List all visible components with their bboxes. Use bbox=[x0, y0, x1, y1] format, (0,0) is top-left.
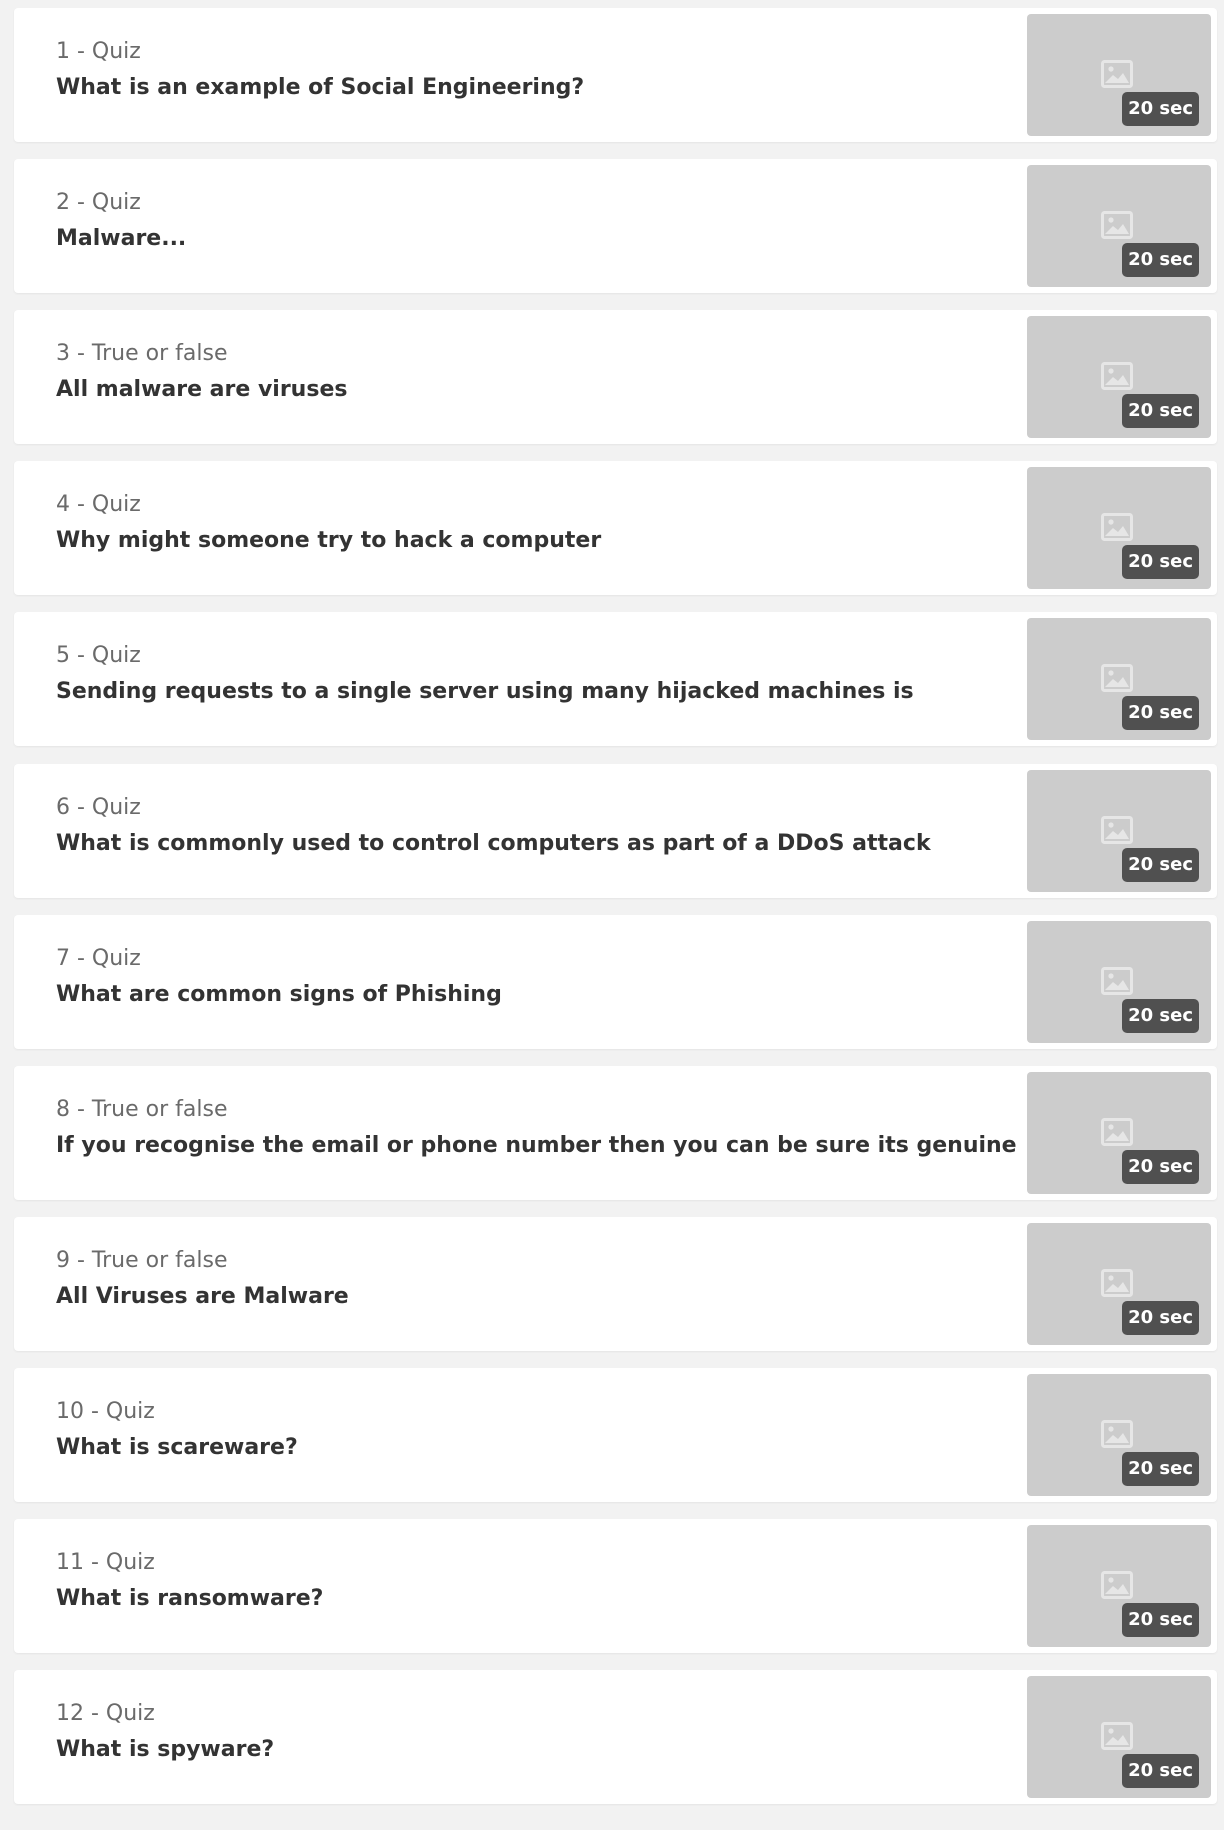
question-card-11[interactable]: 11 - Quiz What is ransomware? 20 sec bbox=[14, 1519, 1217, 1653]
time-limit-badge: 20 sec bbox=[1122, 847, 1199, 882]
question-type-label: 5 - Quiz bbox=[56, 643, 141, 669]
question-thumbnail[interactable]: 20 sec bbox=[1027, 316, 1211, 439]
question-text-block: 6 - Quiz What is commonly used to contro… bbox=[56, 794, 1007, 858]
time-limit-badge: 20 sec bbox=[1122, 696, 1199, 731]
time-limit-badge: 20 sec bbox=[1122, 243, 1199, 278]
image-placeholder-icon bbox=[1101, 60, 1133, 88]
question-text-block: 11 - Quiz What is ransomware? bbox=[56, 1549, 1007, 1613]
question-type-label: 6 - Quiz bbox=[56, 794, 141, 820]
question-type-label: 3 - True or false bbox=[56, 341, 228, 367]
question-type-label: 11 - Quiz bbox=[56, 1550, 155, 1575]
image-placeholder-icon bbox=[1101, 1722, 1133, 1751]
question-text-block: 4 - Quiz Why might someone try to hack a… bbox=[56, 491, 1007, 555]
question-thumbnail[interactable]: 20 sec bbox=[1027, 618, 1211, 741]
question-card-7[interactable]: 7 - Quiz What are common signs of Phishi… bbox=[14, 914, 1217, 1049]
time-limit-badge: 20 sec bbox=[1122, 394, 1199, 429]
time-limit-badge: 20 sec bbox=[1122, 1603, 1199, 1637]
image-placeholder-icon bbox=[1101, 1268, 1133, 1297]
question-thumbnail[interactable]: 20 sec bbox=[1027, 467, 1211, 590]
question-thumbnail[interactable]: 20 sec bbox=[1027, 769, 1211, 892]
question-thumbnail[interactable]: 20 sec bbox=[1027, 14, 1211, 136]
time-limit-badge: 20 sec bbox=[1122, 998, 1199, 1033]
question-type-label: 9 - True or false bbox=[56, 1247, 228, 1273]
question-title: Malware... bbox=[56, 226, 187, 252]
image-placeholder-icon bbox=[1101, 362, 1133, 391]
question-card-9[interactable]: 9 - True or false All Viruses are Malwar… bbox=[14, 1216, 1217, 1351]
question-type-label: 2 - Quiz bbox=[56, 190, 141, 216]
question-title: What is commonly used to control compute… bbox=[56, 830, 931, 856]
question-card-2[interactable]: 2 - Quiz Malware... 20 sec bbox=[14, 159, 1217, 294]
question-thumbnail[interactable]: 20 sec bbox=[1027, 165, 1211, 288]
question-type-label: 1 - Quiz bbox=[56, 39, 141, 64]
question-thumbnail[interactable]: 20 sec bbox=[1027, 1525, 1211, 1647]
question-type-label: 7 - Quiz bbox=[56, 945, 141, 971]
question-card-6[interactable]: 6 - Quiz What is commonly used to contro… bbox=[14, 763, 1217, 898]
question-thumbnail[interactable]: 20 sec bbox=[1027, 1071, 1211, 1194]
question-thumbnail[interactable]: 20 sec bbox=[1027, 920, 1211, 1043]
image-placeholder-icon bbox=[1101, 513, 1133, 542]
question-thumbnail[interactable]: 20 sec bbox=[1027, 1222, 1211, 1345]
image-placeholder-icon bbox=[1101, 664, 1133, 693]
question-type-label: 12 - Quiz bbox=[56, 1701, 155, 1727]
time-limit-badge: 20 sec bbox=[1122, 1754, 1199, 1789]
question-title: All malware are viruses bbox=[56, 377, 348, 403]
question-text-block: 12 - Quiz What is spyware? bbox=[56, 1700, 1007, 1764]
question-title: What is spyware? bbox=[56, 1737, 275, 1763]
question-thumbnail[interactable]: 20 sec bbox=[1027, 1676, 1211, 1799]
question-card-3[interactable]: 3 - True or false All malware are viruse… bbox=[14, 310, 1217, 445]
question-type-label: 10 - Quiz bbox=[56, 1398, 155, 1424]
question-text-block: 10 - Quiz What is scareware? bbox=[56, 1398, 1007, 1462]
image-placeholder-icon bbox=[1101, 1419, 1133, 1448]
question-type-label: 8 - True or false bbox=[56, 1096, 228, 1122]
question-title: Sending requests to a single server usin… bbox=[56, 679, 914, 705]
question-title: If you recognise the email or phone numb… bbox=[56, 1132, 1017, 1158]
question-title: All Viruses are Malware bbox=[56, 1283, 349, 1309]
image-placeholder-icon bbox=[1101, 815, 1133, 844]
time-limit-badge: 20 sec bbox=[1122, 1300, 1199, 1335]
question-title: Why might someone try to hack a computer bbox=[56, 528, 602, 554]
question-card-4[interactable]: 4 - Quiz Why might someone try to hack a… bbox=[14, 461, 1217, 596]
question-text-block: 3 - True or false All malware are viruse… bbox=[56, 340, 1007, 404]
question-list: 1 - Quiz What is an example of Social En… bbox=[0, 0, 1224, 1830]
question-card-10[interactable]: 10 - Quiz What is scareware? 20 sec bbox=[14, 1367, 1217, 1502]
time-limit-badge: 20 sec bbox=[1122, 1451, 1199, 1486]
question-thumbnail[interactable]: 20 sec bbox=[1027, 1373, 1211, 1496]
question-card-5[interactable]: 5 - Quiz Sending requests to a single se… bbox=[14, 612, 1217, 747]
question-title: What is scareware? bbox=[56, 1434, 298, 1460]
time-limit-badge: 20 sec bbox=[1122, 545, 1199, 580]
question-title: What is ransomware? bbox=[56, 1586, 324, 1611]
image-placeholder-icon bbox=[1101, 966, 1133, 995]
question-text-block: 2 - Quiz Malware... bbox=[56, 189, 1007, 253]
question-text-block: 9 - True or false All Viruses are Malwar… bbox=[56, 1247, 1007, 1311]
question-card-8[interactable]: 8 - True or false If you recognise the e… bbox=[14, 1065, 1217, 1200]
time-limit-badge: 20 sec bbox=[1122, 1149, 1199, 1184]
question-card-12[interactable]: 12 - Quiz What is spyware? 20 sec bbox=[14, 1670, 1217, 1805]
question-title: What are common signs of Phishing bbox=[56, 981, 502, 1007]
question-title: What is an example of Social Engineering… bbox=[56, 75, 585, 100]
image-placeholder-icon bbox=[1101, 1117, 1133, 1146]
image-placeholder-icon bbox=[1101, 211, 1133, 240]
question-text-block: 7 - Quiz What are common signs of Phishi… bbox=[56, 945, 1007, 1009]
question-text-block: 1 - Quiz What is an example of Social En… bbox=[56, 38, 1007, 102]
question-text-block: 8 - True or false If you recognise the e… bbox=[56, 1096, 1017, 1160]
question-type-label: 4 - Quiz bbox=[56, 492, 141, 518]
time-limit-badge: 20 sec bbox=[1122, 92, 1199, 126]
image-placeholder-icon bbox=[1101, 1571, 1133, 1599]
question-text-block: 5 - Quiz Sending requests to a single se… bbox=[56, 642, 1007, 706]
question-card-1[interactable]: 1 - Quiz What is an example of Social En… bbox=[14, 8, 1217, 142]
